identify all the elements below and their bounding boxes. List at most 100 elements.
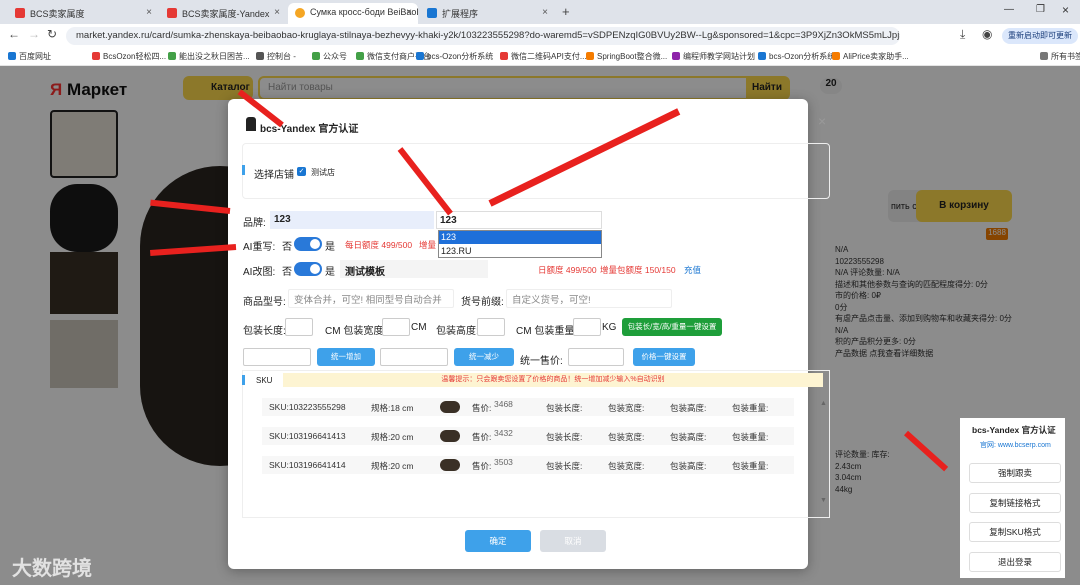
logout-button[interactable]: 退出登录 [969, 552, 1061, 572]
tab-yandex-product[interactable]: Сумка кросс-боди BeiBaoBa × [288, 3, 418, 24]
ai-rewrite-toggle[interactable] [294, 237, 322, 251]
sku-row: SKU:103196641414 规格:20 cm 售价: 3503 包装长度: 包装宽度… [262, 456, 794, 474]
bookmark-icon [586, 52, 594, 60]
force-follow-button[interactable]: 强制跟卖 [969, 463, 1061, 483]
bookmark-item[interactable]: 百度网址 [8, 51, 51, 62]
model-label: 商品型号: [243, 297, 286, 308]
bookmark-icon [356, 52, 364, 60]
bookmark-icon [168, 52, 176, 60]
brand-option[interactable]: 123.RU [439, 245, 601, 258]
sku-pkg-length: 包装长度: [546, 403, 583, 413]
sku-pkg-height: 包装高度: [670, 403, 707, 413]
bookmark-icon [832, 52, 840, 60]
brand-label: 品牌: [243, 218, 266, 229]
pkg-height-label: 包装高度: [436, 326, 479, 337]
tab-extensions[interactable]: 扩展程序 × [420, 3, 554, 24]
confirm-button[interactable]: 确定 [465, 530, 531, 552]
pkg-width-label: CM 包装宽度: [325, 326, 387, 337]
url-input[interactable]: market.yandex.ru/card/sumka-zhenskaya-be… [66, 27, 900, 45]
scroll-down-icon[interactable]: ▼ [820, 497, 827, 504]
cancel-button[interactable]: 取消 [540, 530, 606, 552]
sku-price-label: 售价: [472, 403, 492, 413]
copy-sku-format-button[interactable]: 复制SKU格式 [969, 522, 1061, 542]
scroll-up-icon[interactable]: ▲ [820, 400, 827, 407]
prefix-label: 货号前缀: [461, 297, 504, 308]
sku-price-value: 3468 [494, 399, 513, 409]
bookmark-icon [500, 52, 508, 60]
modal-close-icon[interactable]: × [818, 113, 826, 129]
sku-pkg-width: 包装宽度: [608, 403, 645, 413]
sku-id: SKU:103223555298 [269, 402, 346, 412]
bookmark-item[interactable]: SpringBoot整合微... [586, 51, 667, 62]
increase-input[interactable] [243, 348, 311, 366]
reload-icon[interactable]: ↻ [47, 27, 57, 41]
tab-favicon-icon [295, 8, 305, 18]
brand-search-input[interactable]: 123 [436, 211, 602, 229]
ai-rewrite-yes: 是 [325, 242, 335, 253]
prefix-input[interactable]: 自定义货号，可空! [506, 289, 672, 308]
bookmark-item[interactable]: BcsOzon轻松四... [92, 51, 166, 62]
browser-tab-bar: BCS卖家属度 × BCS卖家属度-Yandex × Сумка кросс-бод… [0, 0, 1080, 24]
bookmark-item[interactable]: 能出没之秋日困苦... [168, 51, 250, 62]
update-chrome-button[interactable]: 重新启动即可更新 [1002, 28, 1078, 44]
pkg-weight-input[interactable] [573, 318, 601, 336]
sku-pkg-weight: 包装重量: [732, 432, 769, 442]
side-panel-site[interactable]: 官网: www.bcserp.com [980, 440, 1051, 450]
decrease-button[interactable]: 统一减少 [454, 348, 514, 366]
bookmark-item[interactable]: bcs-Ozon分析系统 [758, 51, 835, 62]
download-icon[interactable]: ⤓ [960, 27, 965, 42]
sku-spec: 规格:20 cm [371, 432, 414, 442]
brand-select[interactable]: 123 [270, 211, 434, 229]
close-tab-icon[interactable]: × [274, 7, 280, 18]
sku-label: SKU [256, 376, 273, 385]
bookmark-item[interactable]: 所有书签 [1040, 51, 1080, 62]
forward-icon[interactable]: → [28, 27, 40, 41]
kg-unit: KG [602, 322, 617, 333]
sku-spec: 规格:20 cm [371, 461, 414, 471]
template-select[interactable]: 测试模板 [340, 260, 488, 278]
bookmark-item[interactable]: 微信二维码API支付... [500, 51, 587, 62]
sku-pkg-weight: 包装重量: [732, 403, 769, 413]
bookmark-item[interactable]: bcs-Ozon分析系统 [416, 51, 493, 62]
recharge-link[interactable]: 充值 [684, 264, 701, 276]
ai-image-toggle[interactable] [294, 262, 322, 276]
back-icon[interactable]: ← [8, 27, 20, 41]
close-tab-icon[interactable]: × [406, 7, 412, 18]
model-input[interactable]: 变体合并，可空! 相同型号自动合并 [288, 289, 454, 308]
close-window-icon[interactable]: × [1062, 3, 1069, 17]
section-marker [242, 375, 245, 385]
tab-bcs-yandex[interactable]: BCS卖家属度-Yandex × [160, 3, 286, 24]
bookmark-icon [312, 52, 320, 60]
close-tab-icon[interactable]: × [146, 7, 152, 18]
new-tab-icon[interactable]: + [562, 4, 570, 19]
shop-label: 选择店铺 [254, 170, 294, 181]
bookmark-item[interactable]: AliPrice卖家助手... [832, 51, 909, 62]
brand-option[interactable]: 123 [439, 231, 601, 244]
decrease-input[interactable] [380, 348, 448, 366]
tab-favicon-icon [167, 8, 177, 18]
minimize-icon[interactable]: — [1004, 4, 1014, 15]
profile-icon[interactable]: ◉ [982, 27, 992, 41]
bookmark-item[interactable]: 控制台 - [256, 51, 296, 62]
bookmark-item[interactable]: 公众号 [312, 51, 347, 62]
close-tab-icon[interactable]: × [542, 7, 548, 18]
unified-price-input[interactable] [568, 348, 624, 366]
pkg-width-input[interactable] [382, 318, 410, 336]
shop-checkbox[interactable]: ✓ [297, 167, 306, 176]
set-all-dims-button[interactable]: 包装长/宽/高/重量一键设置 [622, 318, 722, 336]
sku-pkg-length: 包装长度: [546, 461, 583, 471]
bookmark-icon [8, 52, 16, 60]
tab-bcs[interactable]: BCS卖家属度 × [8, 3, 158, 24]
sku-pkg-length: 包装长度: [546, 432, 583, 442]
bookmark-item[interactable]: 编程师教学网站计划 [672, 51, 755, 62]
ai-image-label: AI改图: [243, 267, 276, 278]
bookmark-icon [758, 52, 766, 60]
copy-link-format-button[interactable]: 复制链接格式 [969, 493, 1061, 513]
pkg-length-input[interactable] [285, 318, 313, 336]
ai-image-yes: 是 [325, 267, 335, 278]
set-price-button[interactable]: 价格一键设置 [633, 348, 695, 366]
image-quota: 日额度 499/500 [538, 265, 597, 275]
pkg-height-input[interactable] [477, 318, 505, 336]
increase-button[interactable]: 统一增加 [317, 348, 375, 366]
maximize-icon[interactable]: ❐ [1036, 4, 1045, 15]
